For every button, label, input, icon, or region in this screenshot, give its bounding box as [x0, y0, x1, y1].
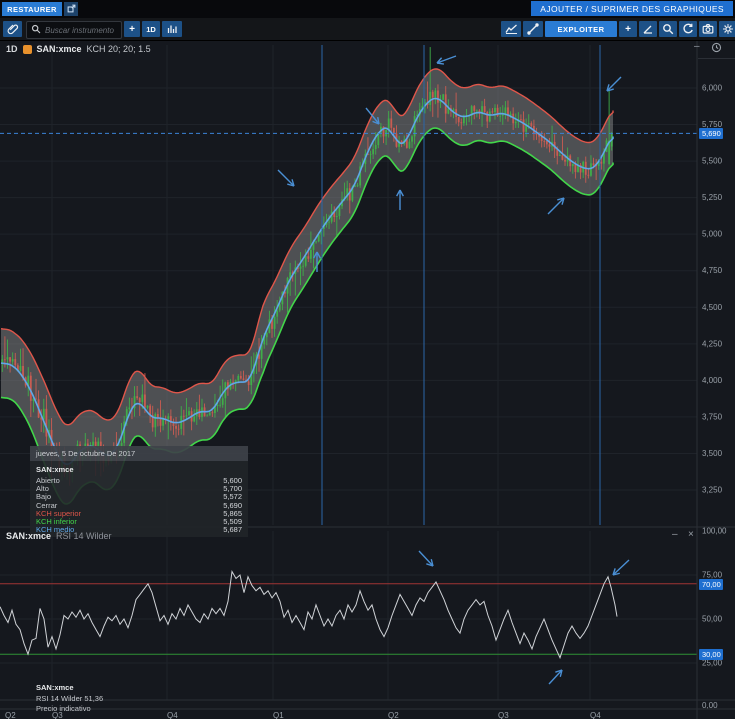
rsi-legend-note: Precio indicativo: [36, 704, 91, 713]
main-chart-minimize-button[interactable]: –: [694, 42, 700, 52]
instrument-logo: [22, 44, 32, 54]
refresh-icon: [682, 23, 694, 35]
indicator-label: KCH 20; 20; 1.5: [86, 44, 151, 54]
add-remove-charts-button[interactable]: AJOUTER / SUPRIMER DES GRAPHIQUES: [531, 1, 733, 16]
symbol-label: SAN:xmce: [36, 44, 82, 54]
price-tick-label: 4,500: [702, 303, 723, 312]
window-titlebar: RESTAURER AJOUTER / SUPRIMER DES GRAPHIQ…: [0, 0, 735, 18]
rsi-oversold-badge: 30,00: [699, 649, 723, 660]
timeframe-label: 1D: [6, 44, 18, 54]
clock-icon: [711, 40, 722, 58]
angle-tool-button[interactable]: [639, 21, 657, 37]
time-tick-label: Q4: [167, 711, 178, 719]
angle-icon: [642, 23, 654, 35]
chart-style-button[interactable]: [162, 21, 182, 37]
axis-clock-box[interactable]: [698, 40, 735, 59]
price-tick-label: 3,750: [702, 412, 723, 421]
area-chart-icon: [504, 23, 518, 35]
price-tick-label: 5,250: [702, 193, 723, 202]
timeframe-button[interactable]: 1D: [142, 21, 160, 37]
instrument-search[interactable]: [26, 21, 122, 39]
rsi-close-button[interactable]: ×: [688, 530, 694, 540]
rsi-panel-header: SAN:xmce RSI 14 Wilder: [6, 531, 112, 541]
external-link-icon: [67, 4, 76, 15]
add-drawing-button[interactable]: +: [619, 21, 637, 37]
settings-button[interactable]: [719, 21, 735, 37]
gear-icon: [722, 23, 734, 35]
price-tick-label: 5,500: [702, 157, 723, 166]
time-tick-label: Q1: [273, 711, 284, 719]
price-tick-label: 3,250: [702, 486, 723, 495]
price-tick-label: 5,000: [702, 230, 723, 239]
rsi-overbought-badge: 70,00: [699, 579, 723, 590]
popout-button[interactable]: [64, 2, 78, 16]
current-price-badge: 5,690: [699, 128, 723, 139]
restore-button[interactable]: RESTAURER: [2, 2, 62, 16]
time-tick-label: Q2: [388, 711, 399, 719]
paperclip-icon: [7, 23, 19, 35]
trendline-tool-button[interactable]: [523, 21, 543, 37]
rsi-minimize-button[interactable]: –: [672, 530, 678, 540]
add-instrument-button[interactable]: +: [124, 21, 140, 37]
camera-icon: [702, 23, 714, 35]
chart-canvas[interactable]: 6,0005,7505,5005,2505,0004,7504,5004,250…: [0, 0, 735, 719]
rsi-symbol-label: SAN:xmce: [6, 531, 52, 541]
time-tick-label: Q2: [5, 711, 16, 719]
search-input[interactable]: [43, 24, 121, 36]
link-charts-button[interactable]: [3, 21, 22, 37]
price-tick-label: 6,000: [702, 84, 723, 93]
chart-toolbar: + 1D EXPLOITER +: [0, 18, 735, 41]
price-tick-label: 4,000: [702, 376, 723, 385]
price-tick-label: 4,750: [702, 266, 723, 275]
price-tick-label: 3,500: [702, 449, 723, 458]
rsi-legend-value: RSI 14 Wilder 51,36: [36, 694, 104, 703]
rsi-tick-label: 50,00: [702, 615, 723, 624]
bars-icon: [166, 23, 178, 35]
magnifier-icon: [662, 23, 674, 35]
overlay-chart-button[interactable]: [501, 21, 521, 37]
search-icon: [27, 21, 43, 39]
price-tick-label: 4,250: [702, 339, 723, 348]
rsi-tick-label: 100,00: [702, 527, 727, 536]
zoom-button[interactable]: [659, 21, 677, 37]
rsi-indicator-label: RSI 14 Wilder: [56, 531, 112, 541]
time-tick-label: Q4: [590, 711, 601, 719]
main-chart-header: 1D SAN:xmce KCH 20; 20; 1.5: [6, 44, 151, 54]
refresh-button[interactable]: [679, 21, 697, 37]
snapshot-button[interactable]: [699, 21, 717, 37]
trendline-icon: [527, 23, 539, 35]
explore-button[interactable]: EXPLOITER: [545, 21, 617, 37]
time-tick-label: Q3: [498, 711, 509, 719]
trading-app: { "window": { "restore_label": "RESTAURE…: [0, 0, 735, 719]
rsi-legend: SAN:xmce RSI 14 Wilder 51,36 Precio indi…: [36, 683, 103, 714]
rsi-legend-symbol: SAN:xmce: [36, 683, 74, 692]
